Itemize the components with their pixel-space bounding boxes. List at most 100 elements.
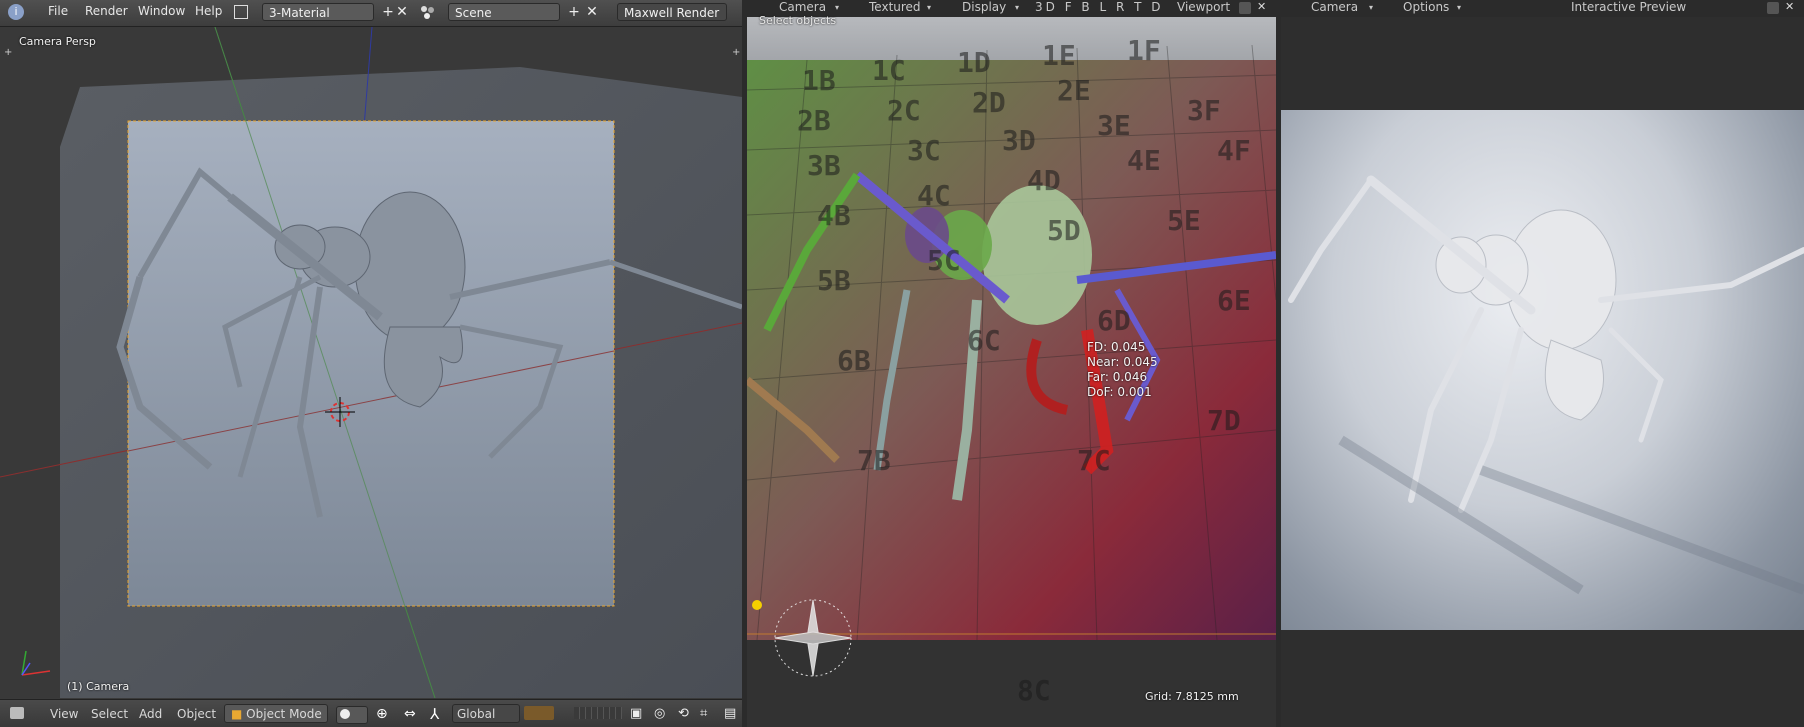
viewport-render[interactable]: 1B 1C 1D 1E 1F 2B 2C 2D 2E 3B 3C 3D 3E 3…	[747, 0, 1276, 727]
active-object-label: (1) Camera	[67, 680, 130, 693]
svg-text:+: +	[732, 47, 740, 58]
scene-icon[interactable]	[420, 5, 436, 19]
maximize-icon[interactable]	[1239, 2, 1251, 14]
preview-title: Interactive Preview	[1571, 0, 1687, 14]
lock-camera-icon[interactable]: ▣	[630, 706, 642, 721]
add-scene-icon[interactable]: +	[564, 3, 584, 21]
svg-text:4F: 4F	[1217, 134, 1251, 167]
rendered-ant	[1288, 175, 1804, 595]
svg-text:2B: 2B	[797, 104, 831, 137]
camera-dropdown-icon: ▾	[835, 3, 840, 12]
svg-text:5B: 5B	[817, 264, 851, 297]
textured-menu[interactable]: Textured	[869, 0, 921, 14]
scene-field[interactable]: Scene	[448, 3, 560, 21]
layer-grid[interactable]	[574, 707, 622, 719]
svg-text:1E: 1E	[1042, 39, 1076, 72]
snap-target-icon[interactable]: ⌗	[700, 706, 707, 721]
maxwell-viewport-window: 1B 1C 1D 1E 1F 2B 2C 2D 2E 3B 3C 3D 3E 3…	[747, 0, 1276, 727]
shading-sphere-icon	[340, 709, 350, 719]
pivot-icon[interactable]: ⊕	[376, 706, 388, 722]
editor-type-icon[interactable]	[10, 707, 24, 719]
menu-help[interactable]: Help	[195, 4, 222, 18]
dof-value: DoF: 0.001	[1087, 385, 1152, 399]
close-icon[interactable]: ✕	[1257, 0, 1266, 13]
svg-text:3E: 3E	[1097, 109, 1131, 142]
transform-axis-icon[interactable]: ⅄	[430, 705, 439, 723]
viewport-header: View Select Add Object ■ Object Mode ⊕ ⇔…	[0, 699, 742, 727]
display-dropdown-icon: ▾	[1015, 3, 1020, 12]
svg-text:1B: 1B	[802, 64, 836, 97]
svg-text:4E: 4E	[1127, 144, 1161, 177]
dof-readout: FD: 0.045 Near: 0.045 Far: 0.046 DoF: 0.…	[1087, 340, 1158, 400]
svg-text:4B: 4B	[817, 199, 851, 232]
svg-text:3C: 3C	[907, 134, 941, 167]
preview-header-bar: Camera ▾ Options ▾ Interactive Preview ✕	[1281, 0, 1804, 17]
svg-text:6D: 6D	[1097, 304, 1131, 337]
3d-viewport[interactable]: + + Camera Persp (1) Camera	[0, 27, 742, 698]
status-hint: Select objects	[759, 14, 837, 27]
info-icon[interactable]: i	[8, 4, 24, 20]
menu-file[interactable]: File	[48, 4, 68, 18]
preview-maximize-icon[interactable]	[1767, 2, 1779, 14]
interactive-preview-window: Camera ▾ Options ▾ Interactive Preview ✕	[1281, 0, 1804, 727]
svg-text:2D: 2D	[972, 86, 1006, 119]
svg-text:5E: 5E	[1167, 204, 1201, 237]
menu-render[interactable]: Render	[85, 4, 128, 18]
manipulator-icon[interactable]: ⇔	[404, 706, 416, 722]
grid-size-label: Grid: 7.8125 mm	[1145, 690, 1239, 703]
view-label: Camera Persp	[19, 35, 96, 48]
screen-layout-field[interactable]: 3-Material	[262, 3, 374, 21]
svg-text:5C: 5C	[927, 244, 961, 277]
svg-text:1D: 1D	[957, 46, 991, 79]
display-menu[interactable]: Display	[962, 0, 1006, 14]
top-menu-bar: i File Render Window Help 3-Material + ✕…	[0, 0, 742, 27]
proportional-icon[interactable]: ◎	[654, 706, 665, 721]
blender-main-window: i File Render Window Help 3-Material + ✕…	[0, 0, 742, 727]
options-menu[interactable]: Options	[1403, 0, 1449, 14]
svg-text:1F: 1F	[1127, 34, 1161, 67]
menu-window[interactable]: Window	[138, 4, 185, 18]
svg-text:6C: 6C	[967, 324, 1001, 357]
preview-camera-menu[interactable]: Camera	[1311, 0, 1358, 14]
snap-icon[interactable]: ⟲	[678, 706, 689, 721]
textured-dropdown-icon: ▾	[927, 3, 932, 12]
preview-close-icon[interactable]: ✕	[1785, 0, 1794, 13]
menu-object[interactable]: Object	[177, 707, 216, 721]
svg-text:7D: 7D	[1207, 404, 1241, 437]
svg-text:+: +	[4, 47, 12, 58]
svg-text:4D: 4D	[1027, 164, 1061, 197]
svg-text:3D: 3D	[1002, 124, 1036, 157]
svg-text:2C: 2C	[887, 94, 921, 127]
mode-label: Object Mode	[246, 707, 322, 721]
view-presets[interactable]: 3D F B L R T D	[1035, 0, 1164, 14]
svg-text:6B: 6B	[837, 344, 871, 377]
menu-view[interactable]: View	[50, 707, 78, 721]
svg-text:4C: 4C	[917, 179, 951, 212]
far-value: Far: 0.046	[1087, 370, 1148, 384]
mode-select[interactable]: ■ Object Mode	[224, 704, 328, 723]
svg-text:7C: 7C	[1077, 444, 1111, 477]
layers-buttons[interactable]	[524, 706, 554, 720]
viewport-scene: + +	[0, 27, 742, 698]
render-engine-select[interactable]: Maxwell Render	[617, 3, 727, 21]
svg-text:6E: 6E	[1217, 284, 1251, 317]
close-screen-icon[interactable]: ✕	[392, 3, 412, 21]
preview-render-image	[1281, 110, 1804, 630]
menu-select[interactable]: Select	[91, 707, 128, 721]
preview-camera-dropdown-icon: ▾	[1369, 3, 1374, 12]
svg-text:5D: 5D	[1047, 214, 1081, 247]
close-scene-icon[interactable]: ✕	[582, 3, 602, 21]
svg-text:3B: 3B	[807, 149, 841, 182]
menu-add[interactable]: Add	[139, 707, 162, 721]
camera-menu[interactable]: Camera	[779, 0, 826, 14]
svg-text:2E: 2E	[1057, 74, 1091, 107]
svg-text:8C: 8C	[1017, 674, 1051, 707]
render-icon[interactable]: ▤	[724, 706, 736, 721]
screen-layout-icon[interactable]	[234, 5, 248, 19]
orientation-select[interactable]: Global	[452, 704, 520, 723]
svg-text:7B: 7B	[857, 444, 891, 477]
svg-text:1C: 1C	[872, 54, 906, 87]
near-value: Near: 0.045	[1087, 355, 1158, 369]
options-dropdown-icon: ▾	[1457, 3, 1462, 12]
viewport-title: Viewport	[1177, 0, 1231, 14]
